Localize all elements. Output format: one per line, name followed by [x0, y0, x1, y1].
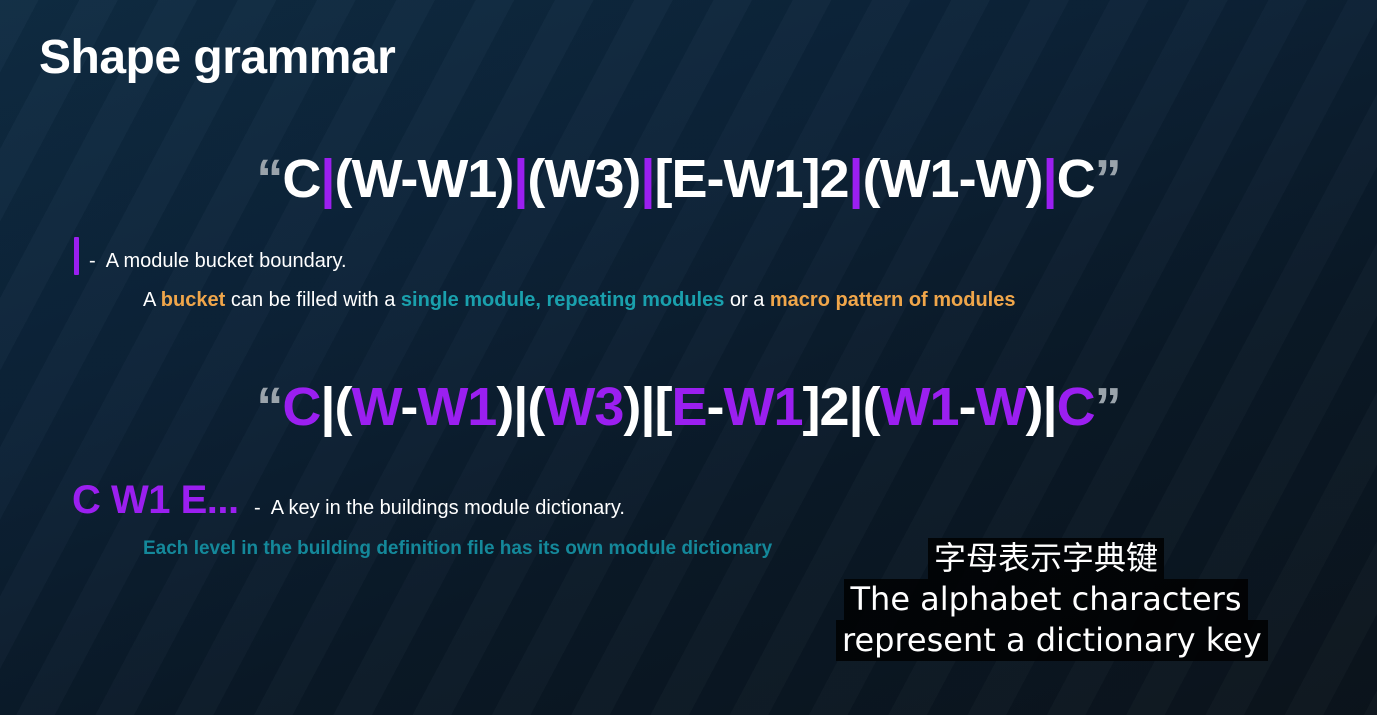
dictionary-key: W1 [723, 377, 803, 437]
highlight-bucket: bucket [160, 289, 226, 311]
bucket-separator: | [1042, 149, 1058, 209]
formula-token: (W3) [527, 149, 641, 209]
key-sample: C W1 E... [72, 478, 239, 522]
formula-token: C [1056, 149, 1096, 209]
bucket-separator: | [513, 149, 528, 209]
explanation-text: or a [724, 289, 770, 311]
bucket-separator: | [640, 149, 655, 209]
formula-token: (W1-W) [862, 149, 1044, 209]
legend-bucket-boundary: - A module bucket boundary. [89, 250, 347, 273]
dictionary-key: W [975, 377, 1027, 437]
formula-syntax: - [958, 377, 977, 437]
formula-syntax: - [706, 377, 725, 437]
formula-syntax: ]2|( [802, 377, 880, 437]
dictionary-key: C [1056, 377, 1096, 437]
legend-text: A module bucket boundary. [105, 250, 347, 272]
subtitle-line-english-1: The alphabet characters [844, 579, 1248, 620]
legend-dash: - [254, 497, 261, 519]
highlight-macro-pattern: macro pattern of modules [769, 289, 1016, 311]
formula-syntax: )|[ [623, 377, 672, 437]
formula-syntax: )|( [496, 377, 545, 437]
video-subtitles: 字母表示字典键 The alphabet characters represen… [836, 538, 1268, 661]
explanation-text: A [143, 289, 161, 311]
explanation-text: can be filled with a [225, 289, 401, 311]
grammar-formula-key-highlight: “C|(W-W1)|(W3)|[E-W1]2|(W1-W)|C” [0, 376, 1377, 438]
dictionary-explanation: Each level in the building definition fi… [143, 538, 773, 559]
slide-title: Shape grammar [39, 31, 396, 84]
dictionary-key: W1 [879, 377, 960, 437]
grammar-formula-bucket-highlight: “C|(W-W1)|(W3)|[E-W1]2|(W1-W)|C” [0, 148, 1377, 210]
dictionary-key: W1 [417, 377, 497, 437]
legend-dash: - [89, 250, 96, 272]
formula-syntax: |( [320, 377, 352, 437]
formula-token: [E-W1]2 [654, 149, 850, 209]
bucket-separator: | [848, 149, 864, 209]
dictionary-key: C [282, 377, 321, 437]
close-quote: ” [1094, 377, 1122, 437]
open-quote: “ [256, 149, 283, 209]
legend-dictionary-key: - A key in the buildings module dictiona… [254, 497, 625, 520]
dictionary-key: E [671, 377, 707, 437]
formula-syntax: )| [1025, 377, 1058, 437]
bucket-explanation: A bucket can be filled with a single mod… [143, 289, 1016, 312]
subtitle-line-english-2: represent a dictionary key [836, 620, 1268, 661]
close-quote: ” [1094, 149, 1122, 209]
formula-token: (W-W1) [334, 149, 514, 209]
highlight-single-repeating: single module, repeating modules [400, 289, 725, 311]
legend-text: A key in the buildings module dictionary… [270, 497, 625, 519]
bucket-separator: | [320, 149, 335, 209]
formula-syntax: - [400, 377, 418, 437]
bucket-boundary-marker [74, 237, 79, 275]
open-quote: “ [256, 377, 283, 437]
subtitle-line-chinese: 字母表示字典键 [927, 538, 1164, 579]
dictionary-key: W [351, 377, 401, 437]
formula-token: C [282, 149, 321, 209]
dictionary-key: W3 [544, 377, 624, 437]
